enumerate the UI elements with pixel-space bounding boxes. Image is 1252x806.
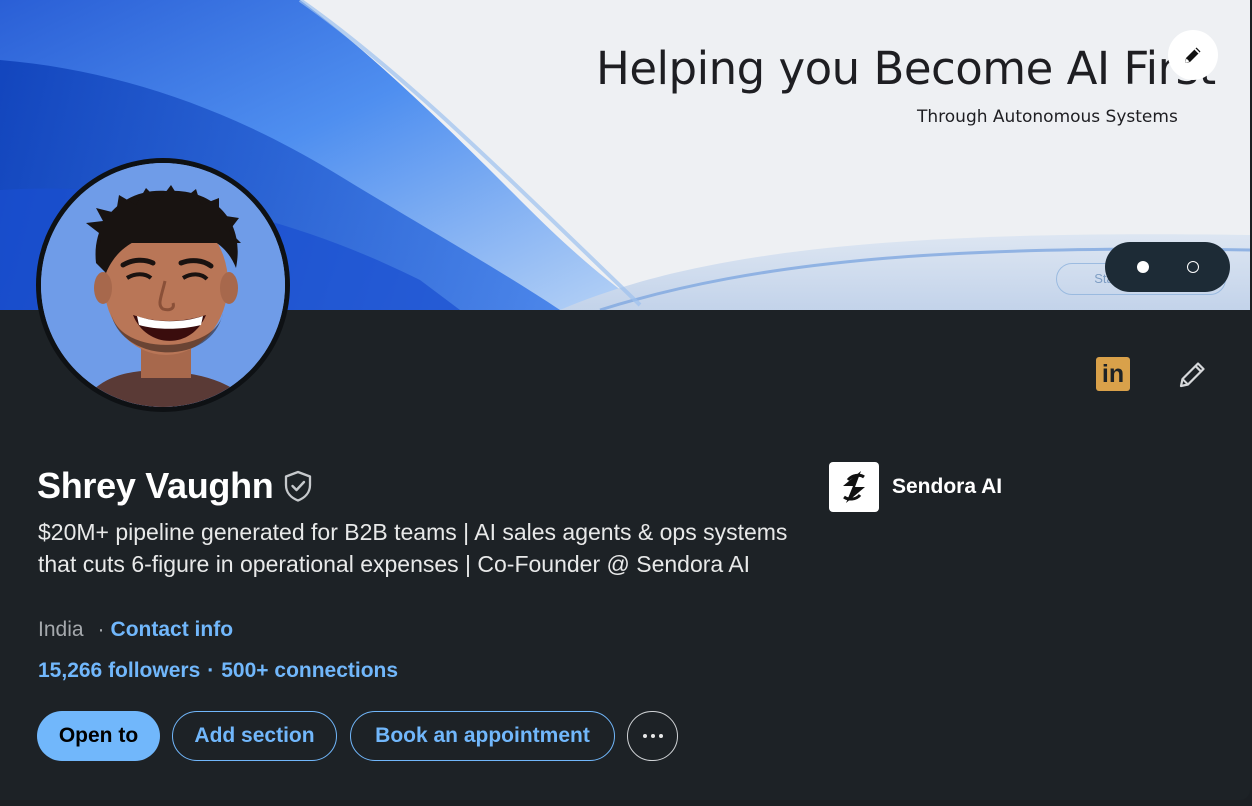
sendora-logo-icon (829, 462, 879, 512)
contact-info-link[interactable]: Contact info (111, 618, 233, 642)
edit-intro-button[interactable] (1172, 355, 1212, 395)
profile-name-row: Shrey Vaughn (37, 465, 313, 507)
profile-photo-frame[interactable] (36, 158, 290, 412)
more-horizontal-icon (642, 734, 663, 738)
profile-location: India (38, 618, 84, 641)
profile-photo[interactable] (41, 163, 285, 407)
banner-carousel-controls (1105, 242, 1230, 292)
network-stats: 15,266 followers · 500+ connections (38, 659, 398, 683)
followers-link[interactable]: 15,266 followers (38, 659, 200, 683)
profile-name: Shrey Vaughn (37, 465, 274, 506)
avatar-illustration (41, 163, 285, 407)
current-company[interactable]: Sendora AI (829, 462, 1002, 512)
book-appointment-button[interactable]: Book an appointment (350, 711, 615, 761)
banner-headline: Helping you Become AI First (596, 42, 1216, 95)
pencil-icon (1179, 362, 1205, 388)
add-section-button[interactable]: Add section (172, 711, 337, 761)
connections-link[interactable]: 500+ connections (221, 659, 398, 683)
linkedin-logo-icon[interactable]: in (1096, 357, 1130, 391)
profile-card: Helping you Become AI First Through Auto… (0, 0, 1250, 800)
edit-banner-button[interactable] (1168, 30, 1218, 80)
location-row: India · Contact info (38, 618, 233, 642)
stats-separator: · (207, 659, 215, 682)
open-to-button[interactable]: Open to (37, 711, 160, 761)
carousel-dot-1[interactable] (1137, 261, 1149, 273)
more-actions-button[interactable] (627, 711, 678, 761)
pencil-icon (1185, 47, 1201, 63)
location-separator: · (97, 618, 105, 641)
profile-headline: $20M+ pipeline generated for B2B teams |… (38, 519, 788, 577)
banner-subheadline: Through Autonomous Systems (917, 107, 1178, 127)
carousel-dot-2[interactable] (1187, 261, 1199, 273)
company-name: Sendora AI (892, 475, 1003, 498)
shield-check-icon[interactable] (283, 470, 313, 502)
